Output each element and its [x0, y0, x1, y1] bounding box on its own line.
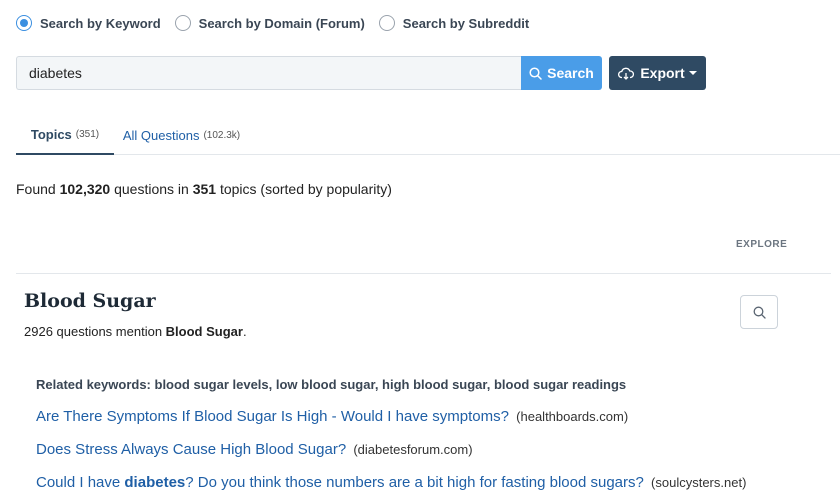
question-link[interactable]: Does Stress Always Cause High Blood Suga… [36, 441, 346, 458]
radio-search-by-domain[interactable]: Search by Domain (Forum) [174, 15, 365, 31]
tab-label: Topics [30, 127, 72, 142]
question-item: Does Stress Always Cause High Blood Suga… [36, 441, 473, 458]
question-domain: (diabetesforum.com) [353, 442, 473, 457]
radio-label: Search by Keyword [40, 15, 161, 31]
magnifier-icon [753, 306, 766, 319]
search-button[interactable]: Search [521, 56, 602, 90]
tab-label: All Questions [122, 128, 200, 143]
tab-count: (102.3k) [203, 130, 241, 141]
related-keywords: Related keywords: blood sugar levels, lo… [36, 377, 626, 392]
question-domain: (healthboards.com) [516, 409, 629, 424]
chevron-down-icon [688, 71, 697, 75]
summary-suffix: topics (sorted by popularity) [219, 181, 392, 197]
export-button[interactable]: Export [609, 56, 706, 90]
explore-column-header: EXPLORE [736, 239, 788, 250]
radio-button-checked[interactable] [16, 15, 32, 31]
divider [16, 273, 831, 274]
questions-count: 102,320 [59, 181, 111, 197]
search-mode-group: Search by Keyword Search by Domain (Foru… [16, 15, 543, 31]
related-keywords-list: blood sugar levels, low blood sugar, hig… [154, 377, 627, 392]
radio-label: Search by Subreddit [402, 15, 530, 31]
topic-count-text: 2926 questions mention [24, 324, 163, 339]
radio-search-by-subreddit[interactable]: Search by Subreddit [378, 15, 530, 31]
summary-middle: questions in [114, 181, 189, 197]
tab-topics[interactable]: Topics (351) [16, 116, 114, 155]
question-highlight: diabetes [124, 474, 186, 491]
question-item: Are There Symptoms If Blood Sugar Is Hig… [36, 408, 628, 425]
radio-button[interactable] [174, 15, 191, 31]
topic-question-count: 2926 questions mention Blood Sugar. [24, 324, 247, 339]
question-domain: (soulcysters.net) [651, 475, 747, 490]
radio-button[interactable] [378, 15, 395, 31]
results-summary: Found 102,320 questions in 351 topics (s… [16, 181, 392, 197]
tab-all-questions[interactable]: All Questions (102.3k) [114, 116, 249, 155]
tab-count: (351) [75, 129, 100, 140]
cloud-download-icon [618, 67, 635, 80]
question-link[interactable]: Could I have diabetes? Do you think thos… [36, 474, 644, 491]
topic-period: . [242, 324, 247, 339]
radio-label: Search by Domain (Forum) [198, 15, 365, 31]
export-button-label: Export [640, 65, 685, 81]
explore-topic-button[interactable] [740, 295, 778, 329]
topic-title: Blood Sugar [24, 290, 156, 312]
related-keywords-label: Related keywords: [36, 377, 151, 392]
search-input[interactable] [16, 56, 521, 90]
summary-prefix: Found [16, 181, 56, 197]
radio-search-by-keyword[interactable]: Search by Keyword [16, 15, 161, 31]
question-text: Are There Symptoms If Blood Sugar Is Hig… [36, 408, 509, 425]
question-text: ? Do you think those numbers are a bit h… [185, 474, 644, 491]
search-icon [529, 66, 542, 80]
topic-keyword: Blood Sugar [165, 324, 243, 339]
topics-count: 351 [192, 181, 217, 197]
question-link[interactable]: Are There Symptoms If Blood Sugar Is Hig… [36, 408, 509, 425]
search-button-label: Search [547, 65, 594, 81]
question-text: Does Stress Always Cause High Blood Suga… [36, 441, 347, 458]
question-item: Could I have diabetes? Do you think thos… [36, 474, 746, 491]
results-tabs: Topics (351) All Questions (102.3k) [16, 116, 840, 155]
question-text: Could I have [36, 474, 125, 491]
